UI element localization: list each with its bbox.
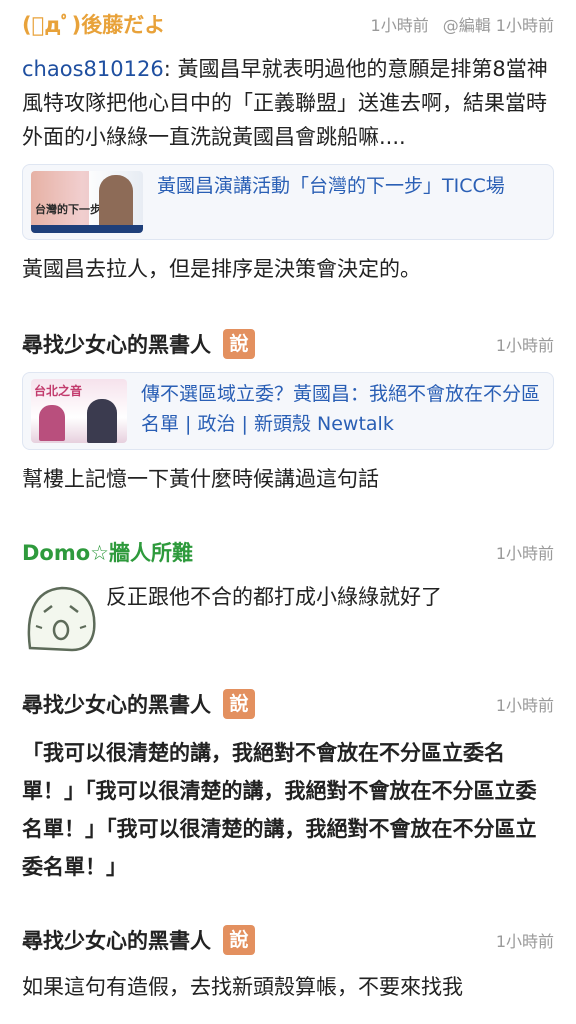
link-thumbnail: 台灣的下一步 [31, 171, 143, 233]
comment-content: 反正跟他不合的都打成小綠綠就好了 [22, 578, 554, 656]
username[interactable]: Domo☆牆人所難 [22, 537, 193, 567]
comment-text: 反正跟他不合的都打成小綠綠就好了 [106, 585, 442, 609]
username[interactable]: (ﾟдﾟ)後藤だよ [22, 9, 165, 39]
username-wrapper: 尋找少女心的黑書人 說 [22, 329, 255, 359]
comment-header: Domo☆牆人所難 1小時前 [22, 532, 554, 572]
timestamp: 1小時前 [495, 544, 554, 563]
comment-text: 「我可以很清楚的講，我絕對不會放在不分區立委名單！」「我可以很清楚的講，我絕對不… [22, 741, 537, 879]
comment-text: 幫樓上記憶一下黃什麼時候講過這句話 [22, 467, 379, 491]
timestamp: 1小時前 [370, 16, 429, 35]
edited-label: @編輯 1小時前 [442, 16, 554, 35]
comment-2: 尋找少女心的黑書人 說 1小時前 台北之音 傳不選區域立委？黃國昌：我絕不會放在… [0, 324, 576, 496]
comment-text: 如果這句有造假，去找新頭殼算帳，不要來找我 [22, 975, 463, 999]
thumbnail-text: 台北之音 [34, 384, 83, 398]
say-badge: 說 [223, 329, 255, 359]
username[interactable]: 尋找少女心的黑書人 [22, 925, 211, 955]
link-title[interactable]: 傳不選區域立委？黃國昌：我絕不會放在不分區名單 | 政治 | 新頭殼 Newta… [141, 379, 545, 439]
link-preview[interactable]: 台灣的下一步 黃國昌演講活動「台灣的下一步」TICC場 [22, 164, 554, 240]
link-thumbnail: 台北之音 [31, 379, 127, 443]
comment-header: 尋找少女心的黑書人 說 1小時前 [22, 684, 554, 724]
username[interactable]: 尋找少女心的黑書人 [22, 329, 211, 359]
reply-user-link[interactable]: chaos810126 [22, 57, 164, 81]
link-preview[interactable]: 台北之音 傳不選區域立委？黃國昌：我絕不會放在不分區名單 | 政治 | 新頭殼 … [22, 372, 554, 450]
comment-header: 尋找少女心的黑書人 說 1小時前 [22, 920, 554, 960]
username-wrapper: 尋找少女心的黑書人 說 [22, 689, 255, 719]
comment-header: 尋找少女心的黑書人 說 1小時前 [22, 324, 554, 364]
comment-header: (ﾟдﾟ)後藤だよ 1小時前 @編輯 1小時前 [22, 4, 554, 44]
timestamp: 1小時前 [495, 696, 554, 715]
say-badge: 說 [223, 925, 255, 955]
comment-1: (ﾟдﾟ)後藤だよ 1小時前 @編輯 1小時前 chaos810126: 黃國昌早… [0, 0, 576, 286]
timestamp: 1小時前 [495, 932, 554, 951]
comment-meta: 1小時前 @編輯 1小時前 [357, 12, 554, 36]
thumbnail-text: 台灣的下一步 [35, 203, 101, 216]
comment-5: 尋找少女心的黑書人 說 1小時前 如果這句有造假，去找新頭殼算帳，不要來找我 [0, 920, 576, 1004]
timestamp: 1小時前 [495, 336, 554, 355]
comment-text: 黃國昌去拉人，但是排序是決策會決定的。 [22, 257, 421, 281]
say-badge: 說 [223, 689, 255, 719]
comment-body: chaos810126: 黃國昌早就表明過他的意願是排第8當神風特攻隊把他心目中… [22, 52, 554, 154]
comment-4: 尋找少女心的黑書人 說 1小時前 「我可以很清楚的講，我絕對不會放在不分區立委名… [0, 684, 576, 886]
comment-3: Domo☆牆人所難 1小時前 反正跟他不合的都打成小綠綠就好了 [0, 532, 576, 656]
username-wrapper: 尋找少女心的黑書人 說 [22, 925, 255, 955]
sticker-image [27, 586, 96, 652]
link-title[interactable]: 黃國昌演講活動「台灣的下一步」TICC場 [157, 171, 505, 201]
username[interactable]: 尋找少女心的黑書人 [22, 689, 211, 719]
